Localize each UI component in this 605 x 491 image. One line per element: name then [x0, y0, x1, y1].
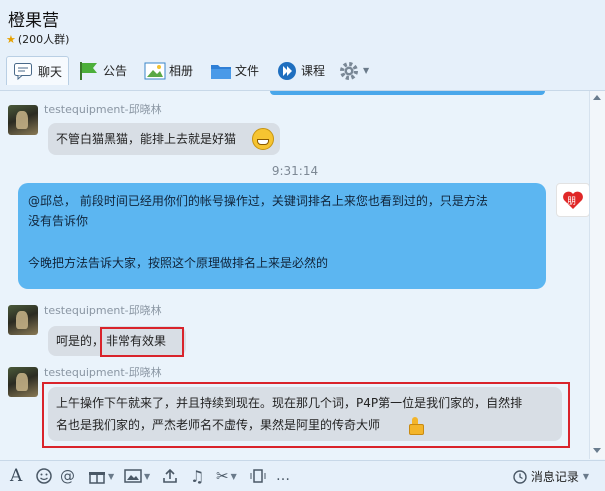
- tab-album-label: 相册: [169, 63, 194, 78]
- highlight-box: [100, 327, 184, 357]
- tab-files-label: 文件: [235, 63, 260, 78]
- course-play-icon: [276, 61, 296, 80]
- scissors-icon: ✂: [216, 467, 229, 485]
- member-count: ★ (200人群): [6, 31, 69, 47]
- tab-announcement[interactable]: 公告: [78, 56, 127, 84]
- chat-header: 橙果营 ★ (200人群): [0, 0, 605, 50]
- tab-courses[interactable]: 课程: [276, 56, 325, 84]
- sender-name: testequipment-邱晓林: [44, 366, 162, 379]
- message-history-label: 消息记录: [530, 470, 579, 484]
- shake-button[interactable]: [250, 468, 266, 484]
- font-icon: A: [10, 466, 23, 486]
- more-button[interactable]: …: [276, 468, 290, 484]
- clock-icon: [513, 469, 527, 484]
- chevron-down-icon: ▼: [108, 471, 115, 481]
- message-timestamp: 9:31:14: [271, 164, 319, 178]
- upload-icon: [163, 468, 177, 483]
- self-avatar[interactable]: 朋: [556, 183, 590, 217]
- tab-album[interactable]: 相册: [144, 56, 193, 84]
- scroll-down-icon[interactable]: [593, 448, 601, 453]
- previous-message-bubble: [270, 91, 545, 95]
- chevron-down-icon: ▼: [363, 65, 370, 75]
- font-button[interactable]: A: [10, 466, 23, 486]
- shake-icon: [250, 469, 266, 483]
- tab-courses-label: 课程: [301, 63, 326, 78]
- message-text: 不管白猫黑猫，能排上去就是好猫: [56, 132, 237, 146]
- tab-bar: 聊天 公告 相册 文件 课程 ▼: [0, 50, 605, 91]
- photo-icon: [144, 61, 166, 80]
- image-button[interactable]: ▼: [124, 468, 150, 484]
- image-icon: [124, 469, 142, 483]
- at-sign-icon: @: [60, 467, 75, 485]
- message-list[interactable]: testequipment-邱晓林 不管白猫黑猫，能排上去就是好猫 9:31:1…: [0, 91, 590, 459]
- sender-name: testequipment-邱晓林: [44, 304, 162, 317]
- smiley-icon: [36, 468, 52, 484]
- scrollbar[interactable]: [589, 91, 605, 459]
- music-button[interactable]: ♫: [190, 466, 205, 486]
- gift-icon: [89, 472, 105, 484]
- scroll-up-icon[interactable]: [593, 95, 601, 100]
- highlight-box: [42, 382, 570, 448]
- message-bubble-self: @邱总， 前段时间已经用你们的帐号操作过，关键词排名上来您也看到过的，只是方法 …: [18, 183, 546, 289]
- chevron-down-icon: ▼: [144, 471, 151, 481]
- chat-bubble-icon: [13, 62, 33, 81]
- tab-chat-label: 聊天: [38, 64, 63, 79]
- message-bubble: 不管白猫黑猫，能排上去就是好猫: [48, 123, 280, 155]
- tab-chat[interactable]: 聊天: [6, 56, 70, 85]
- sender-name: testequipment-邱晓林: [44, 103, 162, 116]
- input-toolbar: A @ ▼ ▼ ♫ ✂ ▼ … 消息记录 ▼: [0, 460, 605, 491]
- upload-button[interactable]: [162, 468, 178, 484]
- member-count-label: (200人群): [17, 33, 70, 46]
- avatar-badge: 朋: [567, 197, 577, 207]
- music-note-icon: ♫: [190, 466, 205, 486]
- chevron-down-icon: ▼: [582, 472, 589, 481]
- gear-icon: [338, 61, 358, 80]
- chevron-down-icon: ▼: [230, 471, 237, 481]
- avatar[interactable]: [8, 367, 38, 397]
- settings-menu[interactable]: ▼: [338, 56, 369, 84]
- message-text: 没有告诉你: [28, 214, 89, 228]
- mention-button[interactable]: @: [60, 467, 75, 485]
- avatar[interactable]: [8, 305, 38, 335]
- more-dots-icon: …: [276, 468, 290, 484]
- message-text: 今晚把方法告诉大家，按照这个原理做排名上来是必然的: [28, 256, 329, 270]
- message-text: @邱总， 前段时间已经用你们的帐号操作过，关键词排名上来您也看到过的，只是方法: [28, 194, 488, 208]
- magic-text-button[interactable]: ▼: [88, 468, 114, 484]
- tab-files[interactable]: 文件: [210, 56, 259, 84]
- grin-emoji-icon: [252, 128, 274, 150]
- screenshot-button[interactable]: ✂ ▼: [216, 467, 237, 485]
- flag-icon: [78, 61, 98, 80]
- emoji-button[interactable]: [36, 468, 52, 484]
- star-icon: ★: [6, 32, 16, 46]
- tab-announcement-label: 公告: [103, 63, 128, 78]
- message-history-button[interactable]: 消息记录 ▼: [513, 468, 589, 485]
- message-text: 呵是的，: [56, 334, 105, 348]
- folder-icon: [210, 61, 231, 79]
- group-name: 橙果营: [8, 11, 59, 31]
- avatar[interactable]: [8, 105, 38, 135]
